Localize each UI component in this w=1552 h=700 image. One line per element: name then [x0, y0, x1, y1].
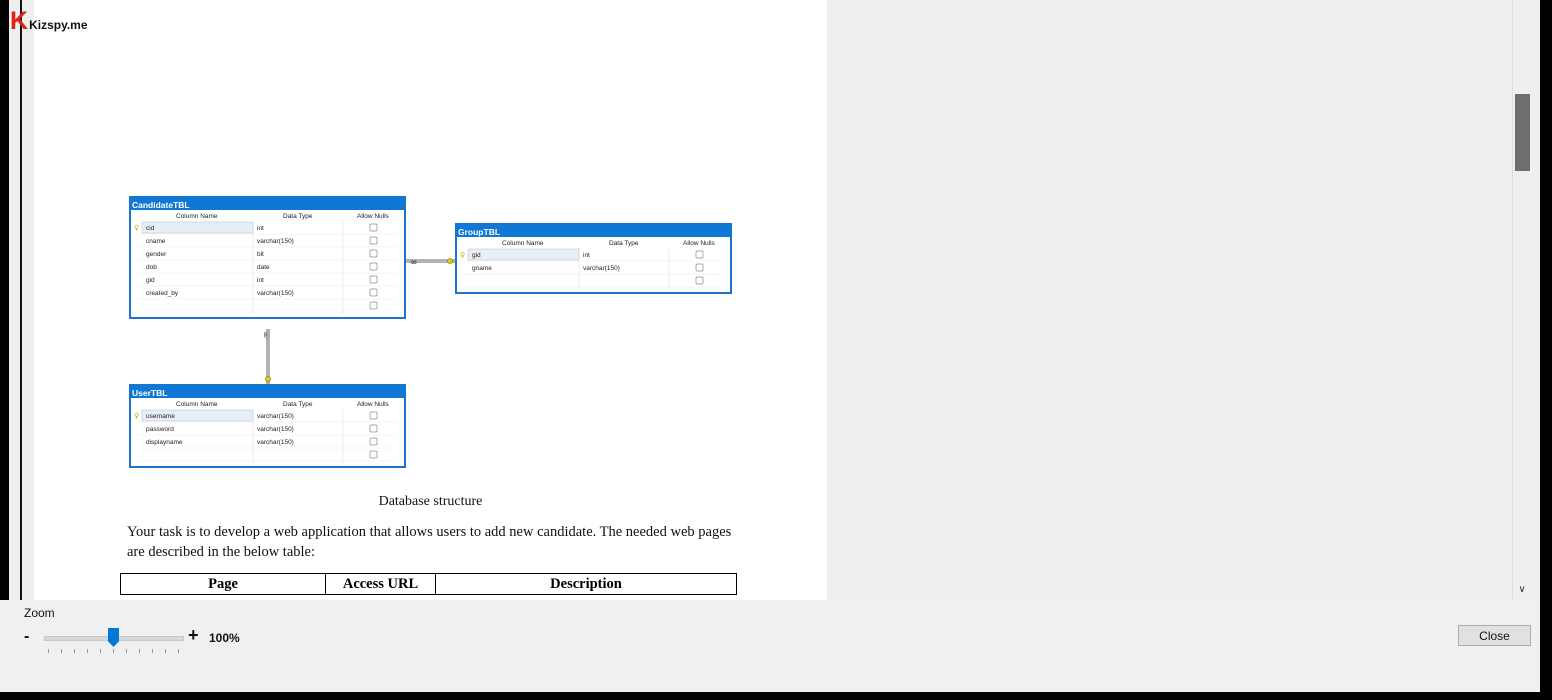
page-shadow-line: [20, 0, 22, 600]
zoom-tick: [178, 649, 179, 653]
column-header-name: Column Name: [176, 401, 218, 408]
data-type-cell: varchar(150): [583, 265, 620, 272]
selected-cell: [467, 248, 580, 261]
allow-nulls-checkbox: [369, 301, 378, 310]
column-header-nulls: Allow Nulls: [357, 401, 390, 408]
primary-key-icon: ♀: [134, 412, 139, 420]
allow-nulls-checkbox: [369, 236, 378, 245]
column-name-cell: created_by: [146, 290, 179, 297]
zoom-slider-thumb[interactable]: [108, 628, 119, 647]
document-page: ∞ ∞ CandidateTBL Column Name Data Type Allow …: [34, 0, 827, 600]
scrollbar-thumb[interactable]: [1515, 94, 1530, 171]
allow-nulls-checkbox: [369, 275, 378, 284]
zoom-tick: [48, 649, 49, 653]
allow-nulls-checkbox: [369, 424, 378, 433]
allow-nulls-checkbox: [369, 288, 378, 297]
table-title: CandidateTBL: [132, 200, 190, 210]
column-name-cell: dob: [146, 264, 157, 271]
table-header-page: Page: [120, 573, 326, 595]
right-frame: [1540, 0, 1552, 700]
zoom-tick: [100, 649, 101, 653]
data-type-cell: varchar(150): [257, 439, 294, 446]
zoom-slider-ticks: [48, 649, 179, 654]
allow-nulls-checkbox: [369, 450, 378, 459]
zoom-tick: [74, 649, 75, 653]
column-name-cell: gender: [146, 251, 167, 258]
left-frame: [0, 0, 9, 600]
allow-nulls-checkbox: [695, 250, 704, 259]
column-header-name: Column Name: [176, 213, 218, 220]
zoom-tick: [152, 649, 153, 653]
zoom-tick: [126, 649, 127, 653]
column-header-name: Column Name: [502, 240, 544, 247]
data-type-cell: bit: [257, 251, 264, 258]
column-header-type: Data Type: [609, 240, 639, 247]
database-diagram: ∞ ∞ CandidateTBL Column Name Data Type Allow …: [129, 196, 732, 468]
data-type-cell: int: [257, 277, 264, 284]
zoom-label: Zoom: [24, 606, 55, 620]
infinity-icon: ∞: [260, 331, 270, 339]
column-header-type: Data Type: [283, 213, 313, 220]
close-button[interactable]: Close: [1458, 625, 1531, 646]
zoom-in-button[interactable]: +: [188, 625, 199, 646]
data-type-cell: varchar(150): [257, 290, 294, 297]
key-end-icon: [265, 376, 271, 382]
kizspy-logo: K Kizspy.me: [10, 8, 88, 34]
key-end-icon: [447, 258, 453, 264]
column-name-cell: gid: [146, 277, 155, 284]
bottom-frame: [0, 692, 1552, 700]
column-name-cell: cname: [146, 238, 166, 245]
column-name-cell: gid: [472, 252, 481, 259]
data-type-cell: varchar(150): [257, 238, 294, 245]
task-paragraph: Your task is to develop a web applicatio…: [127, 524, 732, 560]
data-type-cell: int: [583, 252, 590, 259]
zoom-value: 100%: [209, 631, 240, 645]
allow-nulls-checkbox: [695, 263, 704, 272]
column-name-cell: gname: [472, 265, 492, 272]
zoom-panel: Zoom - + 100% Close: [0, 600, 1540, 692]
logo-name: Kizspy.me: [29, 18, 88, 32]
column-name-cell: username: [146, 413, 175, 420]
logo-mark: K: [10, 6, 28, 35]
table-header-access-url: Access URL: [325, 573, 436, 595]
pages-table: Page Access URL Description: [120, 573, 737, 595]
primary-key-icon: ♀: [134, 224, 139, 232]
zoom-tick: [61, 649, 62, 653]
table-header-description: Description: [435, 573, 737, 595]
data-type-cell: date: [257, 264, 270, 271]
table-title-bar: [130, 385, 405, 398]
zoom-tick: [139, 649, 140, 653]
table-title: UserTBL: [132, 388, 167, 398]
data-type-cell: varchar(150): [257, 426, 294, 433]
allow-nulls-checkbox: [369, 262, 378, 271]
scroll-down-arrow-icon[interactable]: ∨: [1516, 584, 1528, 596]
document-viewer: K Kizspy.me ∞ ∞ CandidateTBL Column Name Dat…: [0, 0, 1540, 600]
column-header-nulls: Allow Nulls: [357, 213, 390, 220]
zoom-tick: [87, 649, 88, 653]
allow-nulls-checkbox: [369, 223, 378, 232]
column-name-cell: password: [146, 426, 174, 433]
table-header-row: Page Access URL Description: [120, 573, 737, 595]
vertical-scrollbar[interactable]: ∨: [1512, 0, 1531, 600]
diagram-caption: Database structure: [378, 494, 483, 509]
allow-nulls-checkbox: [369, 411, 378, 420]
table-title: GroupTBL: [458, 227, 500, 237]
selected-cell: [141, 221, 254, 234]
column-header-type: Data Type: [283, 401, 313, 408]
column-header-nulls: Allow Nulls: [683, 240, 716, 247]
data-type-cell: int: [257, 225, 264, 232]
data-type-cell: varchar(150): [257, 413, 294, 420]
allow-nulls-checkbox: [369, 249, 378, 258]
infinity-icon: ∞: [410, 258, 418, 268]
column-name-cell: displayname: [146, 439, 183, 446]
primary-key-icon: ♀: [460, 251, 465, 259]
column-name-cell: cid: [146, 225, 155, 232]
zoom-tick: [165, 649, 166, 653]
allow-nulls-checkbox: [695, 276, 704, 285]
zoom-out-button[interactable]: -: [24, 628, 29, 646]
allow-nulls-checkbox: [369, 437, 378, 446]
zoom-tick: [113, 649, 114, 653]
